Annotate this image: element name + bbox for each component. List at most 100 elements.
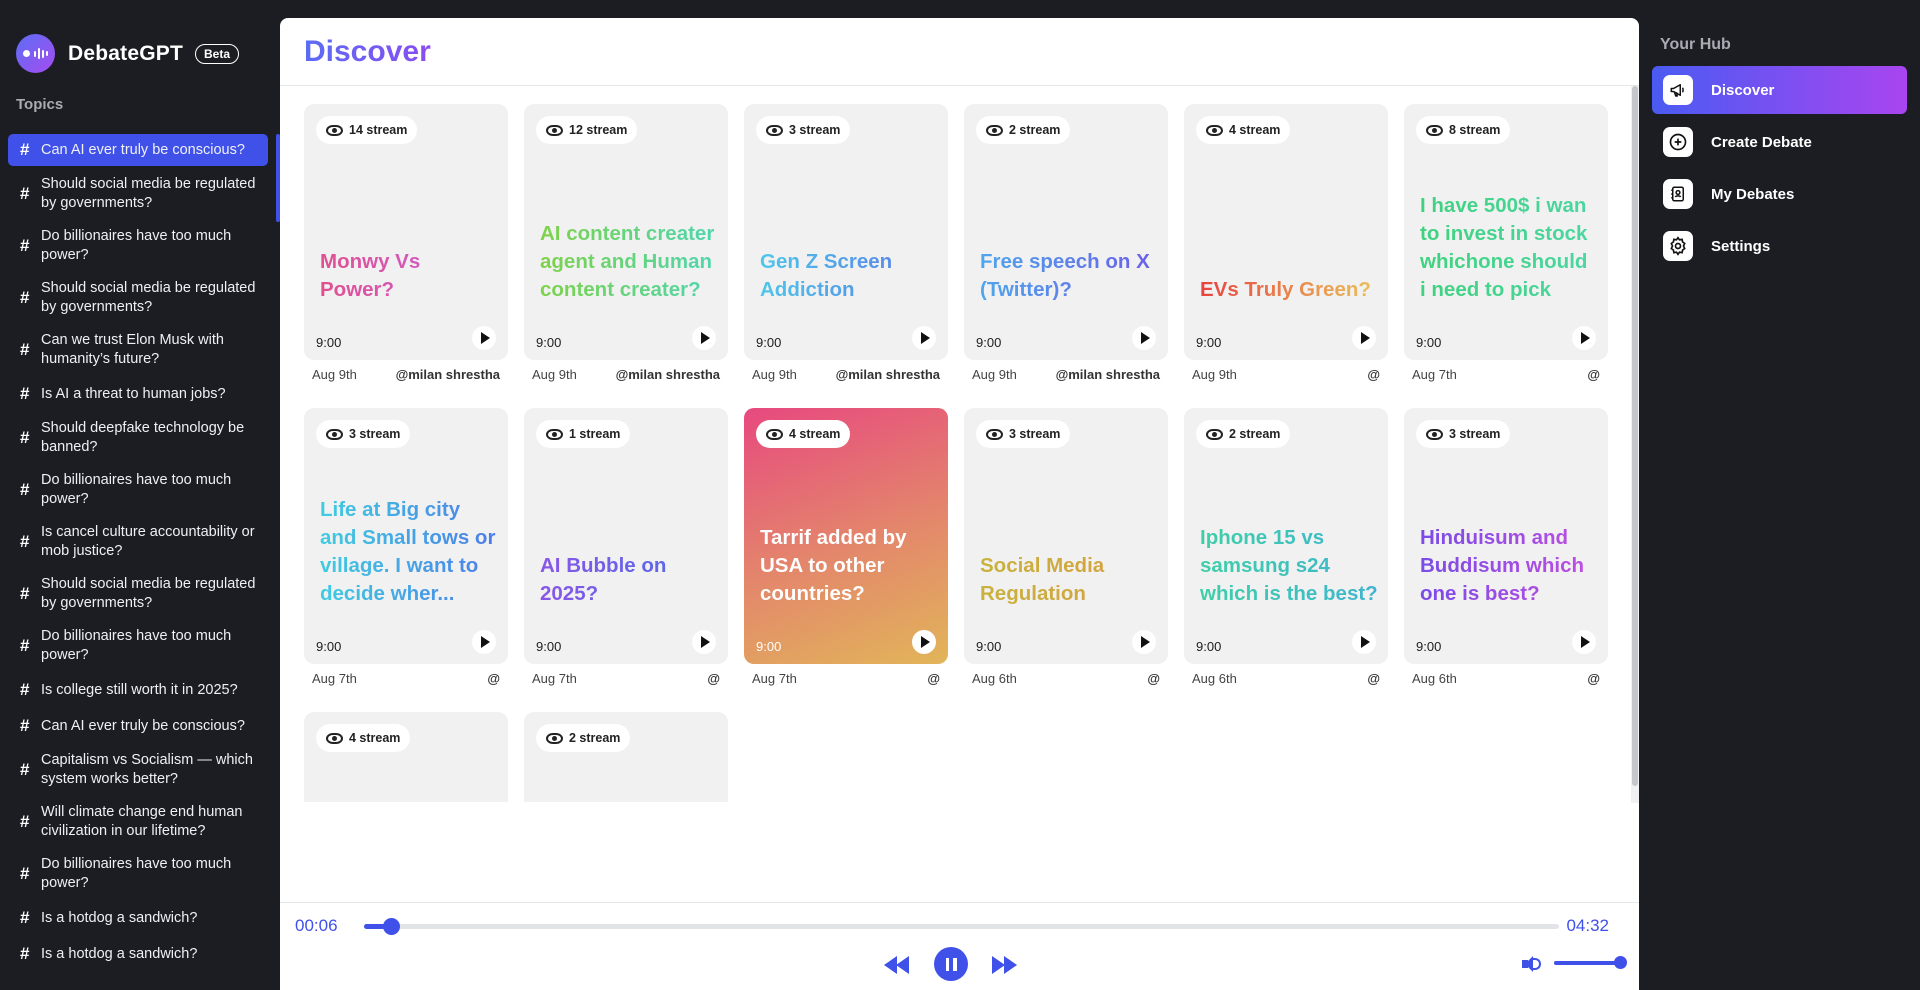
debate-title: Lets debate on Climate change with globa… — [320, 800, 498, 802]
fast-forward-icon[interactable] — [990, 954, 1018, 974]
debate-card[interactable]: 14 stream Monwy Vs Power? 9:00 Aug 9th @mila… — [304, 104, 508, 382]
debate-card[interactable]: 12 stream AI content creater agent and Hu… — [524, 104, 728, 382]
topic-item[interactable]: # Should social media be regulated by gov… — [8, 274, 268, 322]
topic-item[interactable]: # Should social media be regulated by gov… — [8, 170, 268, 218]
debate-card-body[interactable]: 3 stream Social Media Regulation 9:00 — [964, 408, 1168, 664]
play-icon[interactable] — [1352, 326, 1376, 350]
debate-author[interactable]: @milan shrestha — [396, 367, 500, 382]
debate-author[interactable]: @ — [1367, 367, 1380, 382]
debate-author[interactable]: @ — [487, 671, 500, 686]
debate-author[interactable]: @milan shrestha — [1056, 367, 1160, 382]
debate-card-body[interactable]: 2 streamRegulate Influencers Now?9:00 — [524, 712, 728, 802]
topic-item[interactable]: # Will climate change end human civilizat… — [8, 798, 268, 846]
play-icon[interactable] — [1572, 326, 1596, 350]
topic-item[interactable]: # Do billionaires have too much power? — [8, 622, 268, 670]
debate-author[interactable]: @ — [1147, 671, 1160, 686]
topic-item[interactable]: # Is college still worth it in 2025? — [8, 674, 268, 706]
debate-duration: 9:00 — [536, 335, 562, 350]
pause-button[interactable] — [934, 947, 968, 981]
topics-section-label: Topics — [16, 96, 64, 113]
megaphone-icon — [1663, 75, 1693, 105]
play-icon[interactable] — [472, 630, 496, 654]
debate-title: AI content creater agent and Human conte… — [540, 220, 718, 304]
debate-meta: Aug 9th @ — [1184, 360, 1388, 382]
debate-author[interactable]: @ — [1367, 671, 1380, 686]
play-icon[interactable] — [912, 326, 936, 350]
debate-card-body[interactable]: 3 stream Hinduisum and Buddisum which one… — [1404, 408, 1608, 664]
debate-card[interactable]: 3 stream Hinduisum and Buddisum which one… — [1404, 408, 1608, 686]
debate-card[interactable]: 2 streamRegulate Influencers Now?9:00 — [524, 712, 728, 802]
topic-item[interactable]: # Do billionaires have too much power? — [8, 850, 268, 898]
debate-card[interactable]: 2 stream Free speech on X (Twitter)? 9:00 A… — [964, 104, 1168, 382]
debate-card-body[interactable]: 3 stream Gen Z Screen Addiction 9:00 — [744, 104, 948, 360]
debate-card[interactable]: 8 stream I have 500$ i wan to invest in s… — [1404, 104, 1608, 382]
topic-item[interactable]: # Should social media be regulated by gov… — [8, 570, 268, 618]
volume-knob[interactable] — [1613, 956, 1627, 969]
debate-author[interactable]: @milan shrestha — [836, 367, 940, 382]
play-icon[interactable] — [1572, 630, 1596, 654]
topic-item[interactable]: # Is a hotdog a sandwich? — [8, 902, 268, 934]
debate-card[interactable]: 3 stream Life at Big city and Small tows … — [304, 408, 508, 686]
debate-card[interactable]: 4 stream Lets debate on Climate change wi… — [304, 712, 508, 802]
topic-item[interactable]: # Can we trust Elon Musk with humanity’s … — [8, 326, 268, 374]
play-icon[interactable] — [692, 630, 716, 654]
topic-item[interactable]: # Should deepfake technology be banned? — [8, 414, 268, 462]
debate-card-body[interactable]: 2 stream Iphone 15 vs samsung s24 which i… — [1184, 408, 1388, 664]
debate-author[interactable]: @ — [927, 671, 940, 686]
topic-label: Capitalism vs Socialism — which system w… — [41, 752, 253, 787]
topic-item[interactable]: # Is cancel culture accountability or mob… — [8, 518, 268, 566]
debate-card[interactable]: 3 stream Social Media Regulation 9:00 Aug 6… — [964, 408, 1168, 686]
debate-author[interactable]: @ — [1587, 367, 1600, 382]
debate-card[interactable]: 4 stream Tarrif added by USA to other cou… — [744, 408, 948, 686]
topic-item[interactable]: # Capitalism vs Socialism — which system … — [8, 746, 268, 794]
debate-card[interactable]: 1 stream AI Bubble on 2025? 9:00 Aug 7th @ — [524, 408, 728, 686]
hub-item-settings[interactable]: Settings — [1652, 222, 1907, 270]
play-icon[interactable] — [912, 630, 936, 654]
topic-item[interactable]: # Is AI a threat to human jobs? — [8, 378, 268, 410]
debate-card-body[interactable]: 2 stream Free speech on X (Twitter)? 9:00 — [964, 104, 1168, 360]
play-icon[interactable] — [1352, 630, 1376, 654]
brand[interactable]: DebateGPT Beta — [16, 34, 240, 73]
debate-card-grid[interactable]: 14 stream Monwy Vs Power? 9:00 Aug 9th @mila… — [304, 104, 1624, 802]
stream-count-badge: 2 stream — [1196, 420, 1291, 448]
volume-icon[interactable] — [1522, 955, 1544, 973]
debate-card-body[interactable]: 4 stream Tarrif added by USA to other cou… — [744, 408, 948, 664]
rewind-icon[interactable] — [884, 954, 912, 974]
volume-slider[interactable] — [1554, 956, 1627, 969]
debate-author[interactable]: @ — [707, 671, 720, 686]
eye-icon — [1206, 428, 1223, 440]
hub-item-my-debates[interactable]: My Debates — [1652, 170, 1907, 218]
debate-card-body[interactable]: 4 stream Lets debate on Climate change wi… — [304, 712, 508, 802]
debate-card[interactable]: 4 stream EVs Truly Green? 9:00 Aug 9th @ — [1184, 104, 1388, 382]
topic-item[interactable]: # Can AI ever truly be conscious? — [8, 134, 268, 166]
debate-title: Iphone 15 vs samsung s24 which is the be… — [1200, 524, 1378, 608]
play-icon[interactable] — [1132, 630, 1156, 654]
progress-bar[interactable] — [364, 918, 1559, 935]
topic-item[interactable]: # Do billionaires have too much power? — [8, 466, 268, 514]
debate-card-body[interactable]: 4 stream EVs Truly Green? 9:00 — [1184, 104, 1388, 360]
topic-item[interactable]: # Do billionaires have too much power? — [8, 222, 268, 270]
hub-item-create-debate[interactable]: Create Debate — [1652, 118, 1907, 166]
play-icon[interactable] — [692, 326, 716, 350]
scrollbar-thumb[interactable] — [1632, 86, 1638, 786]
debate-card-body[interactable]: 1 stream AI Bubble on 2025? 9:00 — [524, 408, 728, 664]
debate-card-body[interactable]: 3 stream Life at Big city and Small tows … — [304, 408, 508, 664]
debate-card[interactable]: 2 stream Iphone 15 vs samsung s24 which i… — [1184, 408, 1388, 686]
topic-item[interactable]: # Is a hotdog a sandwich? — [8, 938, 268, 970]
debate-card-body[interactable]: 8 stream I have 500$ i wan to invest in s… — [1404, 104, 1608, 360]
hub-title: Your Hub — [1660, 36, 1731, 53]
debate-card[interactable]: 3 stream Gen Z Screen Addiction 9:00 Aug 9t… — [744, 104, 948, 382]
eye-icon — [986, 428, 1003, 440]
play-icon[interactable] — [1132, 326, 1156, 350]
stream-count: 4 stream — [349, 731, 401, 745]
play-icon[interactable] — [472, 326, 496, 350]
debate-card-body[interactable]: 14 stream Monwy Vs Power? 9:00 — [304, 104, 508, 360]
topic-item[interactable]: # Can AI ever truly be conscious? — [8, 710, 268, 742]
debate-author[interactable]: @milan shrestha — [616, 367, 720, 382]
hub-item-discover[interactable]: Discover — [1652, 66, 1907, 114]
hashtag-icon: # — [20, 140, 30, 159]
debate-author[interactable]: @ — [1587, 671, 1600, 686]
debate-card-body[interactable]: 12 stream AI content creater agent and Hu… — [524, 104, 728, 360]
stream-count-badge: 4 stream — [316, 724, 411, 752]
progress-knob[interactable] — [383, 918, 401, 935]
